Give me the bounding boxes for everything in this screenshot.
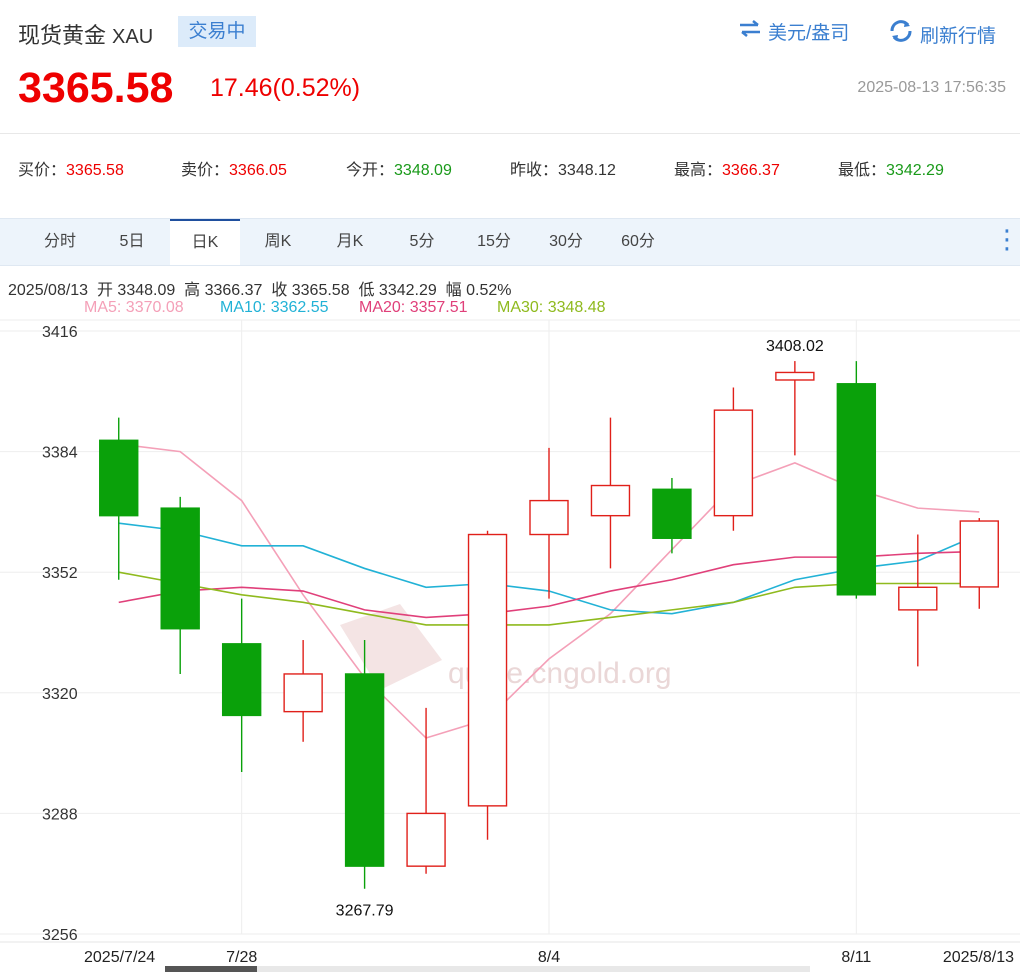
candle-body	[344, 673, 385, 867]
candle-body	[467, 533, 508, 807]
candle-body	[836, 383, 877, 596]
kline-chart[interactable]: 341633843352332032883256quote.cngold.org…	[0, 0, 1020, 972]
x-tick-label: 8/11	[841, 949, 871, 966]
timeline-scroll-track	[257, 966, 810, 972]
y-tick-label: 3320	[42, 686, 78, 703]
candle-body	[898, 586, 938, 611]
candle-body	[652, 488, 692, 539]
candle-body	[221, 643, 262, 717]
x-tick-label: 8/4	[538, 949, 560, 966]
x-tick-label: 2025/8/13	[943, 949, 1014, 966]
x-tick-label: 2025/7/24	[84, 949, 155, 966]
price-annotation: 3267.79	[336, 903, 394, 920]
candle-body	[959, 520, 999, 588]
timeline-scroll-handle	[165, 966, 257, 972]
candle-body	[99, 439, 139, 517]
candle-body	[283, 673, 323, 713]
candle-body	[775, 371, 815, 381]
candle-body	[406, 812, 446, 867]
candle-body	[529, 499, 569, 536]
candle-body	[160, 507, 200, 630]
y-tick-label: 3384	[42, 445, 78, 462]
y-tick-label: 3416	[42, 324, 78, 341]
y-tick-label: 3352	[42, 565, 78, 582]
candle-body	[590, 484, 631, 517]
y-tick-label: 3288	[42, 806, 78, 823]
x-tick-label: 7/28	[226, 949, 257, 966]
candle-body	[713, 409, 754, 517]
y-tick-label: 3256	[42, 927, 78, 944]
price-annotation: 3408.02	[766, 338, 824, 355]
